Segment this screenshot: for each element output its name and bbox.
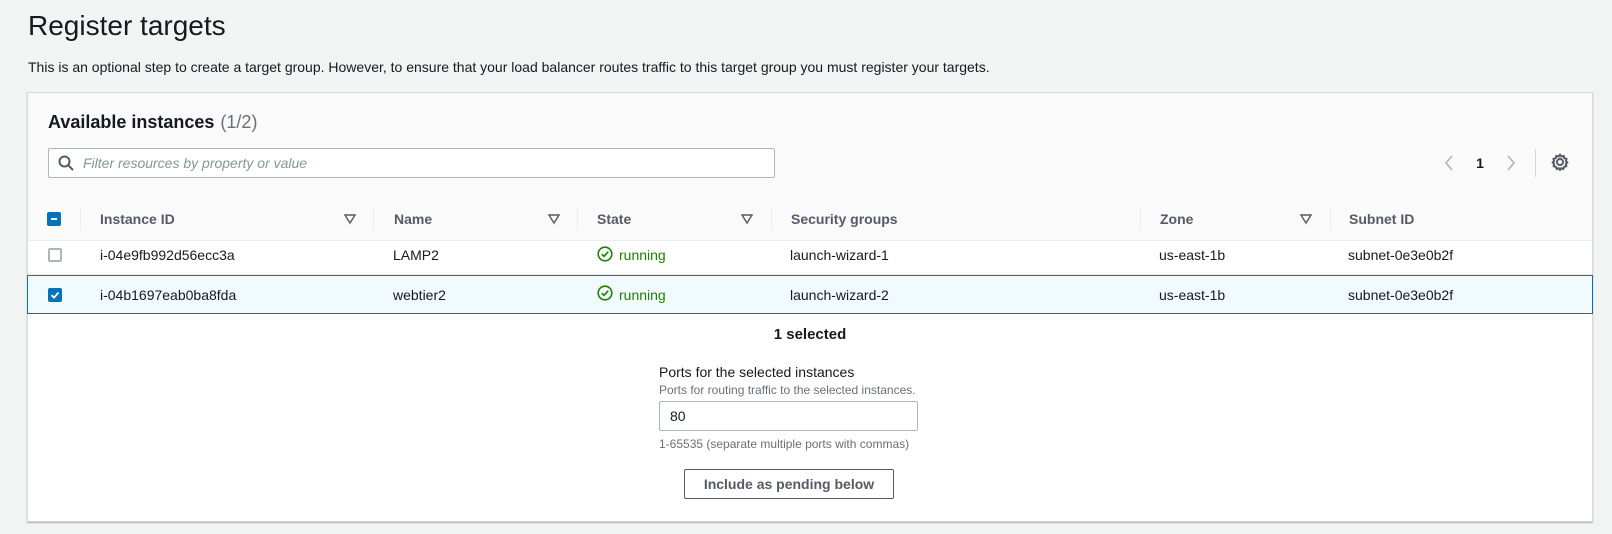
security-groups-cell: launch-wizard-1 [790,247,889,263]
column-label: Instance ID [100,211,175,227]
column-label: Zone [1160,211,1194,227]
state-label: running [619,247,666,263]
chevron-left-icon[interactable] [1440,151,1458,175]
caret-down-icon[interactable] [1300,197,1312,241]
column-label: State [597,211,632,227]
column-header-state[interactable]: State [597,197,631,241]
state-cell: running [597,236,666,274]
page-description: This is an optional step to create a tar… [28,59,990,75]
caret-down-icon[interactable] [741,197,753,241]
search-icon [49,148,83,178]
row-checkbox[interactable] [48,276,62,313]
available-instances-panel: Available instances(1/2) 1 [27,92,1593,522]
column-header-security-groups[interactable]: Security groups [791,197,898,241]
ports-description: Ports for routing traffic to the selecte… [659,383,916,397]
gear-icon[interactable] [1550,152,1570,172]
panel-title: Available instances (1/2) [48,112,257,133]
instance-id-cell[interactable]: i-04e9fb992d56ecc3a [100,236,235,274]
name-cell: LAMP2 [393,247,439,263]
caret-down-icon[interactable] [548,197,560,241]
column-header-name[interactable]: Name [394,197,432,241]
ports-input[interactable] [659,401,918,431]
instance-count: (1/2) [220,112,258,132]
table-row[interactable]: i-04e9fb992d56ecc3a LAMP2 running launch… [28,236,1592,275]
state-label: running [619,286,666,303]
column-label: Name [394,211,433,227]
panel-header: Available instances(1/2) 1 [28,93,1592,241]
subnet-id-cell: subnet-0e3e0b2f [1348,286,1454,303]
page-number[interactable]: 1 [1472,155,1488,171]
ports-hint: 1-65535 (separate multiple ports with co… [659,437,910,451]
chevron-right-icon[interactable] [1502,151,1520,175]
ports-label: Ports for the selected instances [659,364,855,380]
column-header-zone[interactable]: Zone [1160,197,1193,241]
pager-divider [1535,149,1536,177]
selected-count: 1 selected [773,326,847,343]
panel-title-text: Available instances [48,112,215,132]
table-row[interactable]: i-04b1697eab0ba8fda webtier2 running lau… [27,275,1593,314]
zone-cell: us-east-1b [1159,247,1226,263]
check-circle-icon [597,245,613,265]
column-label: Security groups [791,211,898,227]
security-groups-cell: launch-wizard-2 [790,286,889,303]
instance-id-cell[interactable]: i-04b1697eab0ba8fda [100,276,236,313]
state-cell: running [597,276,666,313]
table-header: Instance ID Name State Security groups Z… [28,197,1592,241]
pagination: 1 [1440,151,1520,175]
caret-down-icon[interactable] [344,197,356,241]
search-input[interactable] [83,149,774,177]
column-header-subnet-id[interactable]: Subnet ID [1349,197,1414,241]
select-all-checkbox[interactable] [47,197,61,241]
subnet-id-cell: subnet-0e3e0b2f [1348,247,1454,263]
check-circle-icon [597,285,613,304]
page-title: Register targets [28,10,226,41]
zone-cell: us-east-1b [1159,286,1226,303]
name-cell: webtier2 [393,286,446,303]
column-header-instance-id[interactable]: Instance ID [100,197,175,241]
search-box[interactable] [48,148,775,178]
column-label: Subnet ID [1349,211,1415,227]
row-checkbox[interactable] [48,236,62,274]
include-as-pending-button[interactable]: Include as pending below [684,469,894,499]
ports-field: Ports for the selected instances Ports f… [659,364,959,451]
